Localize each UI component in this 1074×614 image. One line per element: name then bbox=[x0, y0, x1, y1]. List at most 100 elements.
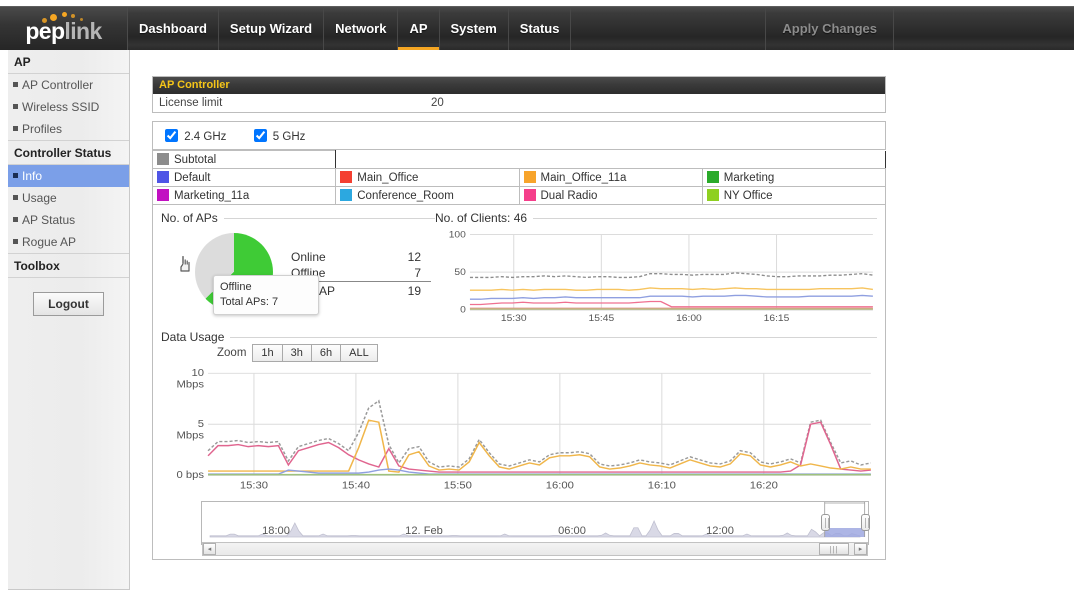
sidebar-item-rogue-ap[interactable]: Rogue AP bbox=[8, 231, 129, 254]
navigator-handle-right[interactable] bbox=[860, 514, 870, 531]
legend-swatch-marketing-11a bbox=[157, 189, 169, 201]
tooltip-slice-name: Offline bbox=[220, 281, 252, 293]
clients-chart-title: No. of Clients: 46 bbox=[435, 211, 528, 225]
legend-swatch-ny-office bbox=[706, 189, 719, 201]
ap-controller-panel: AP Controller License limit 20 bbox=[152, 76, 886, 113]
sidebar-item-ap-controller[interactable]: AP Controller bbox=[8, 74, 129, 96]
sidebar-group-toolbox: Toolbox bbox=[8, 254, 129, 278]
svg-text:0: 0 bbox=[460, 305, 466, 316]
svg-text:Mbps: Mbps bbox=[176, 379, 204, 391]
zoom-button-6h[interactable]: 6h bbox=[310, 344, 341, 362]
zoom-label: Zoom bbox=[217, 347, 247, 359]
clients-line-chart[interactable]: 15:30 15:45 16:00 16:15 0 50 100 bbox=[435, 225, 877, 325]
svg-text:15:45: 15:45 bbox=[588, 314, 614, 325]
scroll-left-arrow-icon[interactable]: ◂ bbox=[203, 543, 216, 555]
hand-cursor-icon bbox=[180, 256, 190, 272]
legend-cell-ny-office[interactable]: NY Office bbox=[701, 186, 887, 205]
usage-chart-header: Data Usage bbox=[161, 330, 877, 344]
svg-text:5: 5 bbox=[198, 418, 204, 430]
sidebar-group-controller-status: Controller Status bbox=[8, 141, 129, 165]
aps-total-value: 19 bbox=[385, 281, 431, 299]
sidebar-item-profiles[interactable]: Profiles bbox=[8, 118, 129, 141]
filter-2-4ghz-label: 2.4 GHz bbox=[184, 131, 227, 143]
svg-text:16:20: 16:20 bbox=[750, 480, 778, 492]
nav-item-system[interactable]: System bbox=[440, 7, 509, 50]
aps-chart-title: No. of APs bbox=[161, 211, 218, 225]
nav-end-spacer bbox=[894, 7, 1074, 50]
aps-offline-value: 7 bbox=[414, 266, 421, 280]
scrollbar-grip-handle[interactable]: ||| bbox=[819, 543, 849, 555]
usage-line-chart[interactable]: 15:30 15:40 15:50 16:00 16:10 16:200 bps5Mbps… bbox=[161, 362, 877, 494]
legend-swatch-default bbox=[157, 171, 169, 183]
legend-label-main-office-11a: Main_Office_11a bbox=[540, 172, 627, 184]
svg-text:Mbps: Mbps bbox=[176, 430, 204, 442]
logo-text-pep: pep bbox=[25, 18, 65, 44]
navigator-mini-chart: 18:00 12. Feb 06:00 12:00 bbox=[209, 502, 866, 538]
legend-label-ny-office: NY Office bbox=[723, 190, 773, 202]
svg-text:16:00: 16:00 bbox=[546, 480, 574, 492]
zoom-button-1h[interactable]: 1h bbox=[252, 344, 282, 362]
svg-text:50: 50 bbox=[454, 267, 466, 278]
navigator-scrollbar[interactable]: ◂ ||| ▸ bbox=[202, 542, 868, 556]
nav-item-setup-wizard[interactable]: Setup Wizard bbox=[219, 7, 325, 50]
filter-5ghz-label: 5 GHz bbox=[272, 131, 306, 143]
legend-cell-subtotal[interactable]: Subtotal bbox=[151, 150, 337, 169]
nav-item-dashboard[interactable]: Dashboard bbox=[128, 7, 219, 50]
filter-5ghz[interactable]: 5 GHz bbox=[250, 129, 306, 143]
legend-label-conference-room: Conference_Room bbox=[357, 190, 454, 202]
time-range-navigator[interactable]: 18:00 12. Feb 06:00 12:00 ◂ ||| ▸ bbox=[201, 501, 870, 556]
clients-chart-header: No. of Clients: 46 bbox=[435, 211, 877, 225]
filter-2-4ghz-checkbox[interactable] bbox=[165, 129, 178, 142]
aps-pie-area: Offline Total APs: 7 Online 12 Offline 7… bbox=[161, 225, 435, 325]
license-limit-row: License limit 20 bbox=[153, 94, 885, 112]
aps-pie-chart[interactable]: Offline Total APs: 7 bbox=[180, 233, 319, 315]
logout-button[interactable]: Logout bbox=[33, 292, 104, 316]
logo-text-link: link bbox=[64, 18, 102, 44]
svg-text:16:15: 16:15 bbox=[764, 314, 790, 325]
svg-text:12. Feb: 12. Feb bbox=[405, 525, 443, 537]
legend-cell-marketing-11a[interactable]: Marketing_11a bbox=[151, 186, 337, 205]
peplink-logo[interactable]: peplink bbox=[0, 7, 128, 50]
sidebar-item-info[interactable]: Info bbox=[8, 165, 129, 187]
zoom-button-3h[interactable]: 3h bbox=[281, 344, 311, 362]
usage-title-rule bbox=[230, 336, 877, 338]
nav-spacer bbox=[571, 7, 767, 50]
navigator-handle-left[interactable] bbox=[820, 514, 830, 531]
legend-row-subtotal: Subtotal bbox=[151, 150, 886, 169]
table-row: Default Main_Office Main_Office_11a Mark… bbox=[151, 168, 887, 187]
legend-cell-conference-room[interactable]: Conference_Room bbox=[335, 186, 520, 205]
nav-item-network[interactable]: Network bbox=[324, 7, 399, 50]
charts-container: No. of APs Offline Total APs: 7 Online 1… bbox=[152, 205, 886, 560]
aps-pie-tooltip: Offline Total APs: 7 bbox=[213, 275, 319, 315]
scroll-right-arrow-icon[interactable]: ▸ bbox=[854, 543, 867, 555]
legend-cell-blank bbox=[336, 151, 886, 169]
filter-2-4ghz[interactable]: 2.4 GHz bbox=[161, 129, 230, 143]
nav-item-ap[interactable]: AP bbox=[398, 7, 440, 50]
sidebar-item-ap-status[interactable]: AP Status bbox=[8, 209, 129, 231]
svg-text:100: 100 bbox=[449, 230, 467, 241]
legend-cell-dual-radio[interactable]: Dual Radio bbox=[518, 186, 703, 205]
legend-label-dual-radio: Dual Radio bbox=[540, 190, 598, 202]
svg-text:18:00: 18:00 bbox=[262, 525, 290, 537]
legend-cell-default[interactable]: Default bbox=[151, 168, 337, 187]
nav-item-status[interactable]: Status bbox=[509, 7, 572, 50]
usage-chart-title: Data Usage bbox=[161, 330, 225, 344]
legend-label-subtotal: Subtotal bbox=[174, 154, 217, 166]
table-row: Online 12 bbox=[291, 249, 431, 265]
main-content: AP Controller License limit 20 2.4 GHz 5… bbox=[151, 76, 887, 560]
svg-text:16:10: 16:10 bbox=[648, 480, 676, 492]
zoom-button-all[interactable]: ALL bbox=[340, 344, 378, 362]
svg-text:0 bps: 0 bps bbox=[176, 469, 204, 481]
svg-text:15:30: 15:30 bbox=[501, 314, 527, 325]
legend-cell-main-office[interactable]: Main_Office bbox=[335, 168, 520, 187]
apply-changes-button[interactable]: Apply Changes bbox=[766, 7, 894, 50]
ap-controller-panel-title: AP Controller bbox=[153, 77, 885, 94]
sidebar-item-wireless-ssid[interactable]: Wireless SSID bbox=[8, 96, 129, 118]
usage-chart-section: Data Usage Zoom 1h 3h 6h ALL 15:30 15:40 1… bbox=[161, 330, 877, 556]
legend-cell-marketing[interactable]: Marketing bbox=[701, 168, 887, 187]
filter-5ghz-checkbox[interactable] bbox=[253, 129, 267, 142]
legend-cell-main-office-11a[interactable]: Main_Office_11a bbox=[518, 168, 703, 187]
aps-online-label: Online bbox=[291, 250, 326, 264]
sidebar-item-usage[interactable]: Usage bbox=[8, 187, 129, 209]
sidebar-group-ap: AP bbox=[8, 50, 129, 74]
